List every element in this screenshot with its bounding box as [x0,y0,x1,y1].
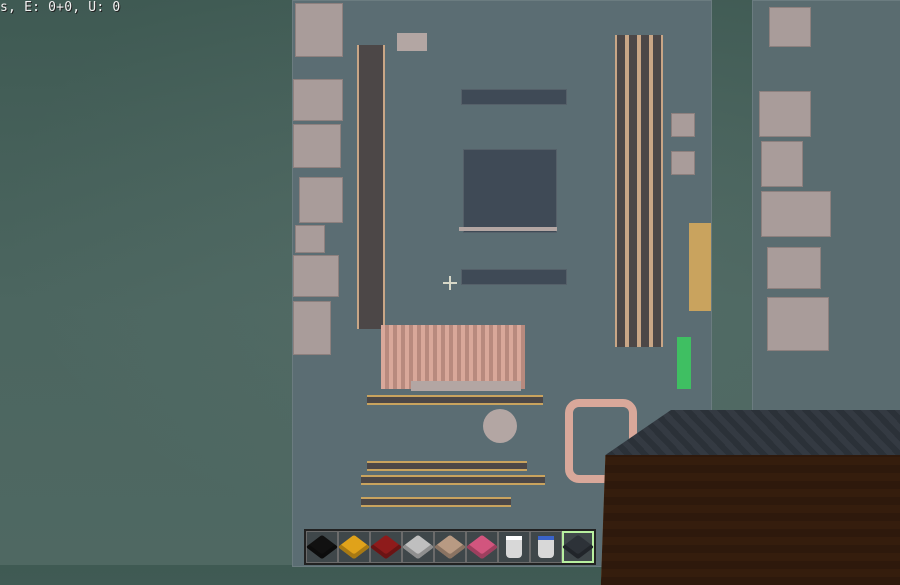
hotbar-slot-9-selected[interactable] [561,531,595,563]
io-port [295,225,325,253]
io-port [767,297,829,351]
round-badge [483,409,517,443]
socket-frame [459,227,557,231]
bucket-icon [506,536,522,558]
light-gray-block-icon [401,534,435,560]
pink-block-icon [465,534,499,560]
io-port [293,124,341,168]
connector-block [397,33,427,51]
tan-block-icon [433,534,467,560]
crosshair-icon [443,276,457,290]
chip-bar [461,89,567,105]
io-port [761,191,831,237]
chipset-heatsink [381,325,525,389]
component [671,151,695,175]
hotbar-slot-4[interactable] [401,531,435,563]
io-port [759,91,811,137]
pcie-slot [361,475,545,485]
io-port [293,301,331,355]
hotbar-slot-6[interactable] [465,531,499,563]
held-block [600,410,900,585]
cpu-socket [463,149,557,233]
black-block-icon [305,534,339,560]
hotbar-slot-1[interactable] [305,531,339,563]
chip-bar [461,269,567,285]
held-block-side [600,455,900,585]
io-port [769,7,811,47]
pcie-slot [361,497,511,507]
dimm-slot [615,35,627,347]
atx-power-connector [689,223,711,311]
pcie-slot [367,461,527,471]
hotbar-slot-5[interactable] [433,531,467,563]
dark-block-icon [561,534,595,560]
hotbar[interactable] [304,529,596,565]
vrm-column [357,45,385,329]
hotbar-slot-2[interactable] [337,531,371,563]
io-port [299,177,343,223]
io-port [293,255,339,297]
component [671,113,695,137]
hotbar-slot-3[interactable] [369,531,403,563]
io-port [761,141,803,187]
pcie-slot [367,395,543,405]
io-port [767,247,821,289]
io-port [293,79,343,121]
heatsink-base [411,381,521,391]
hotbar-slot-7[interactable] [498,531,530,563]
red-block-icon [369,534,403,560]
water-bucket-icon [538,536,554,558]
hotbar-slot-8[interactable] [530,531,562,563]
dimm-slot [627,35,639,347]
green-header [677,337,691,389]
debug-overlay-text: s, E: 0+0, U: 0 [0,0,121,15]
yellow-block-icon [337,534,371,560]
dimm-slot [639,35,651,347]
io-port [295,3,343,57]
dimm-slot [651,35,663,347]
